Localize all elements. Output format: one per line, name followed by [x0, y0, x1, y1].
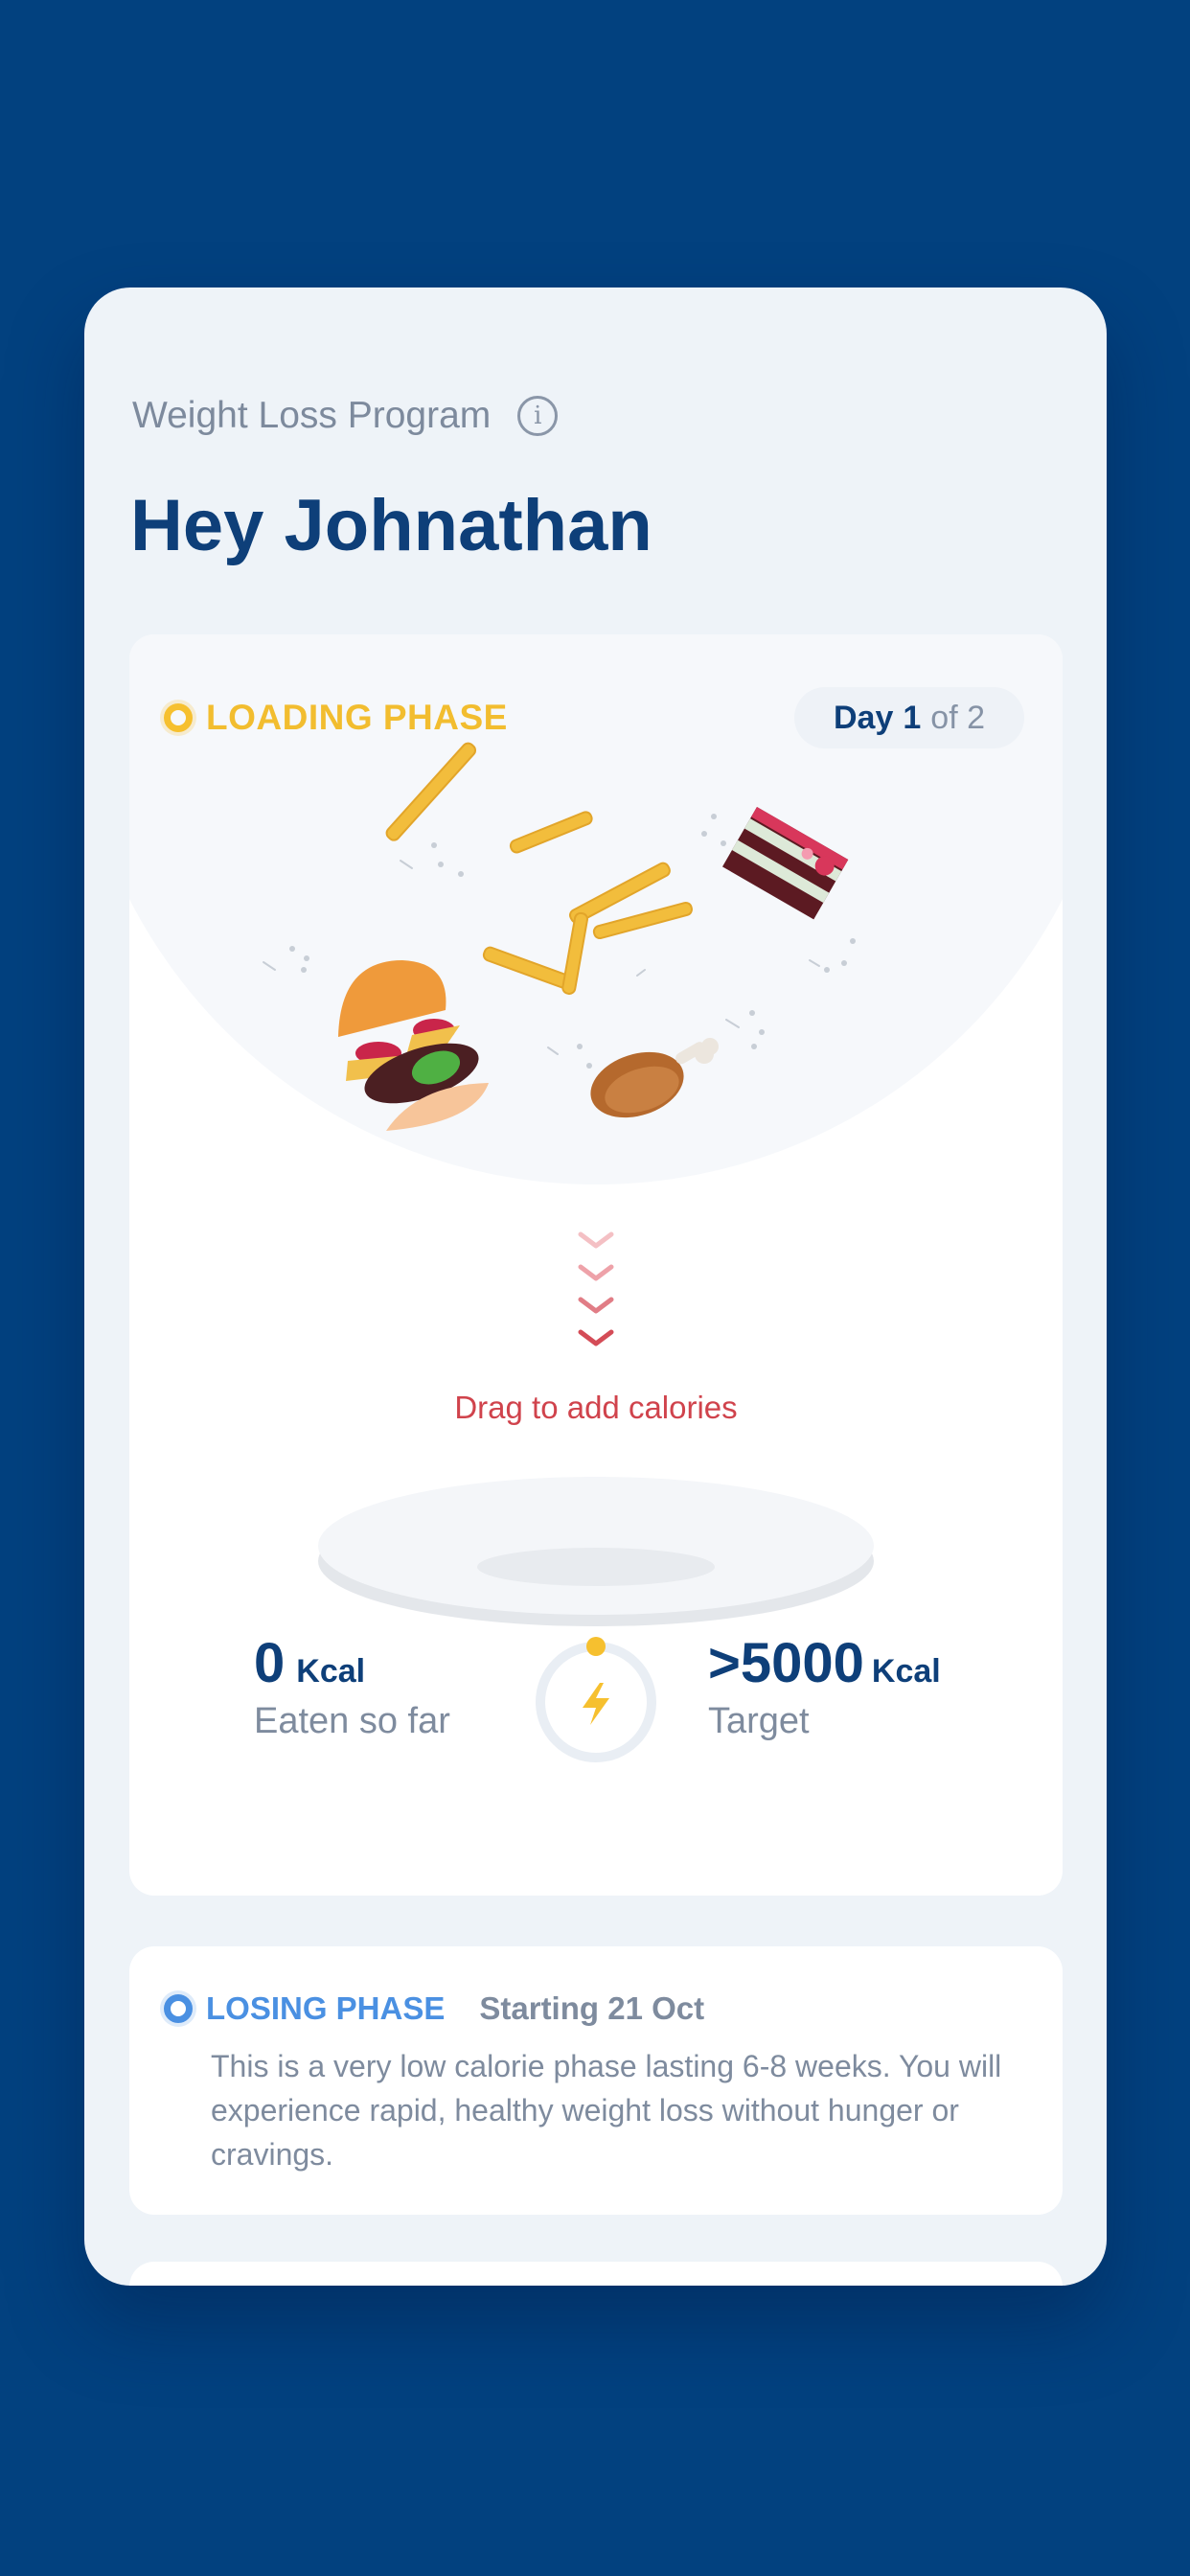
burger-icon[interactable] [338, 960, 489, 1131]
program-label: Weight Loss Program [132, 395, 492, 436]
target-value: >5000 [708, 1632, 864, 1694]
drag-hint: Drag to add calories [454, 1390, 738, 1425]
calorie-stats: 0 Kcal Eaten so far >5000 Kcal Target [129, 1612, 1063, 1765]
eaten-caption: Eaten so far [254, 1701, 450, 1741]
eaten-value: 0 [254, 1632, 286, 1694]
program-row: Weight Loss Program i [132, 395, 559, 437]
phase-status-icon [164, 1994, 193, 2023]
target-stat: >5000 Kcal Target [708, 1631, 941, 1742]
drag-down-chevrons-icon [578, 1231, 614, 1346]
fries-icon[interactable] [384, 741, 693, 995]
losing-phase-start: Starting 21 Oct [479, 1990, 705, 2026]
calorie-progress-gauge [536, 1637, 656, 1762]
info-icon[interactable]: i [517, 396, 559, 436]
losing-phase-title: LOSING PHASE [206, 1990, 446, 2026]
next-phase-card[interactable] [129, 2262, 1063, 2286]
cake-icon[interactable] [722, 807, 849, 920]
loading-phase-card: LOADING PHASE Day 1 of 2 Drag to add cal… [129, 634, 1063, 1896]
chicken-leg-icon[interactable] [583, 1038, 719, 1129]
losing-phase-description: This is a very low calorie phase lasting… [211, 2049, 1002, 2172]
program-screen: Weight Loss Program i Hey Johnathan LOAD… [84, 288, 1107, 2286]
losing-phase-header: LOSING PHASE Starting 21 Oct [164, 1990, 704, 2027]
target-unit: Kcal [871, 1653, 941, 1690]
losing-phase-card[interactable]: LOSING PHASE Starting 21 Oct This is a v… [129, 1946, 1063, 2215]
greeting-title: Hey Johnathan [130, 485, 652, 566]
eaten-stat: 0 Kcal Eaten so far [254, 1631, 450, 1742]
target-caption: Target [708, 1701, 810, 1741]
plate-drop-zone[interactable] [311, 1454, 881, 1626]
food-illustration [263, 741, 856, 1131]
eaten-unit: Kcal [296, 1653, 366, 1690]
